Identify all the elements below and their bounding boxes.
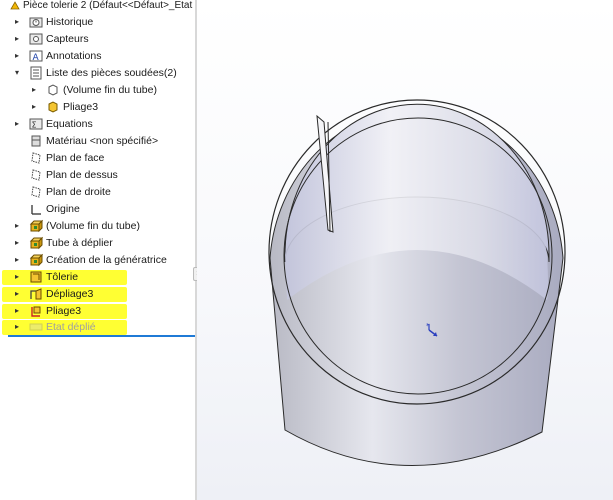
part-title[interactable]: Pièce tolerie 2 (Défaut<<Défaut>_Etat d bbox=[23, 0, 196, 12]
cut-list-icon bbox=[29, 66, 43, 80]
tree-item-label: Etat déplié bbox=[46, 321, 96, 333]
tree-item[interactable]: Plan de face bbox=[0, 150, 196, 167]
tree-item[interactable]: ▸ Σ Equations bbox=[0, 116, 196, 133]
expand-arrow-icon[interactable]: ▸ bbox=[30, 85, 38, 95]
tree-item[interactable]: ▸ Tôlerie bbox=[0, 269, 196, 286]
flat-pattern-icon bbox=[29, 320, 43, 334]
tree-item-label: Matériau <non spécifié> bbox=[46, 135, 159, 147]
annotation-icon: A bbox=[29, 49, 43, 63]
svg-text:A: A bbox=[33, 53, 40, 63]
expand-arrow-icon[interactable]: ▸ bbox=[13, 238, 21, 248]
unfold-icon bbox=[29, 287, 43, 301]
collapse-arrow-icon[interactable]: ▾ bbox=[13, 68, 21, 78]
tree-item-label: Création de la génératrice bbox=[46, 254, 167, 266]
tree-item-label: Tube à déplier bbox=[46, 237, 113, 249]
tree-item-label: Dépliage3 bbox=[46, 288, 94, 300]
tree-item-label: Pliage3 bbox=[46, 305, 82, 317]
feature-manager-tree: Pièce tolerie 2 (Défaut<<Défaut>_Etat d … bbox=[0, 0, 196, 500]
expand-arrow-icon[interactable]: ▸ bbox=[13, 17, 21, 27]
fold-icon bbox=[29, 304, 43, 318]
tree-item[interactable]: ▸ Pliage3 bbox=[0, 303, 196, 320]
tree-item[interactable]: ▸ (Volume fin du tube) bbox=[0, 218, 196, 235]
tree-item-label: (Volume fin du tube) bbox=[46, 220, 140, 232]
tree-item[interactable]: ▸ Dépliage3 bbox=[0, 286, 196, 303]
part-icon bbox=[9, 0, 21, 12]
sensor-icon bbox=[29, 32, 43, 46]
expand-arrow-icon[interactable]: ▸ bbox=[30, 102, 38, 112]
tree-item-label: Plan de dessus bbox=[46, 169, 118, 181]
tree-item[interactable]: ▸ Etat déplié bbox=[0, 319, 196, 336]
tree-item[interactable]: ▸ Tube à déplier bbox=[0, 235, 196, 252]
tree-item-label: Equations bbox=[46, 118, 93, 130]
tree-item[interactable]: Matériau <non spécifié> bbox=[0, 133, 196, 150]
tree-item[interactable]: Plan de droite bbox=[0, 184, 196, 201]
expand-arrow-icon[interactable]: ▸ bbox=[13, 119, 21, 129]
expand-arrow-icon[interactable]: ▸ bbox=[13, 34, 21, 44]
body-icon bbox=[46, 83, 60, 97]
tree-item-label: Origine bbox=[46, 203, 80, 215]
sheet-metal-icon bbox=[29, 270, 43, 284]
material-icon bbox=[29, 134, 43, 148]
tree-item-label: Capteurs bbox=[46, 33, 89, 45]
expand-arrow-icon[interactable]: ▸ bbox=[13, 306, 21, 316]
tree-item-label: Annotations bbox=[46, 50, 102, 62]
tree-item-label: Plan de droite bbox=[46, 186, 111, 198]
expand-arrow-icon[interactable]: ▸ bbox=[13, 289, 21, 299]
plane-icon bbox=[29, 151, 43, 165]
tree-item-label: Historique bbox=[46, 16, 94, 28]
tree-item[interactable]: ▸ Pliage3 bbox=[0, 99, 196, 116]
origin-icon bbox=[29, 202, 43, 216]
tree-header: Pièce tolerie 2 (Défaut<<Défaut>_Etat d bbox=[0, 0, 196, 14]
graphics-area[interactable]: * bbox=[197, 0, 613, 500]
svg-text:*: * bbox=[426, 322, 430, 330]
tree-item[interactable]: ▸ (Volume fin du tube) bbox=[0, 82, 196, 99]
tree-item[interactable]: Plan de dessus bbox=[0, 167, 196, 184]
tree-item[interactable]: ▸ Historique bbox=[0, 14, 196, 31]
extrude-icon bbox=[29, 236, 44, 250]
history-folder-icon bbox=[29, 15, 43, 29]
expand-arrow-icon[interactable]: ▸ bbox=[13, 221, 21, 231]
equation-icon: Σ bbox=[29, 117, 43, 131]
tube-model[interactable]: * bbox=[197, 0, 613, 500]
tree-item[interactable]: Origine bbox=[0, 201, 196, 218]
tree-item-label: Tôlerie bbox=[46, 271, 79, 283]
tree-item-label: Plan de face bbox=[46, 152, 105, 164]
tree-item-label: Pliage3 bbox=[63, 101, 99, 113]
extrude-icon bbox=[29, 219, 44, 233]
svg-text:Σ: Σ bbox=[32, 121, 37, 130]
rollback-bar[interactable] bbox=[8, 335, 196, 337]
tree-item-label: (Volume fin du tube) bbox=[63, 84, 157, 96]
plane-icon bbox=[29, 168, 43, 182]
plane-icon bbox=[29, 185, 43, 199]
tree-item[interactable]: ▾ Liste des pièces soudées(2) bbox=[0, 65, 196, 82]
tree-item-label: Liste des pièces soudées(2) bbox=[46, 67, 177, 79]
expand-arrow-icon[interactable]: ▸ bbox=[13, 322, 21, 332]
expand-arrow-icon[interactable]: ▸ bbox=[13, 51, 21, 61]
tree-item[interactable]: ▸ Capteurs bbox=[0, 31, 196, 48]
sheet-body-icon bbox=[46, 100, 60, 114]
extrude-icon bbox=[29, 253, 44, 267]
tree-item[interactable]: ▸ Création de la génératrice bbox=[0, 252, 196, 269]
tree-item[interactable]: ▸ A Annotations bbox=[0, 48, 196, 65]
expand-arrow-icon[interactable]: ▸ bbox=[13, 255, 21, 265]
expand-arrow-icon[interactable]: ▸ bbox=[13, 272, 21, 282]
